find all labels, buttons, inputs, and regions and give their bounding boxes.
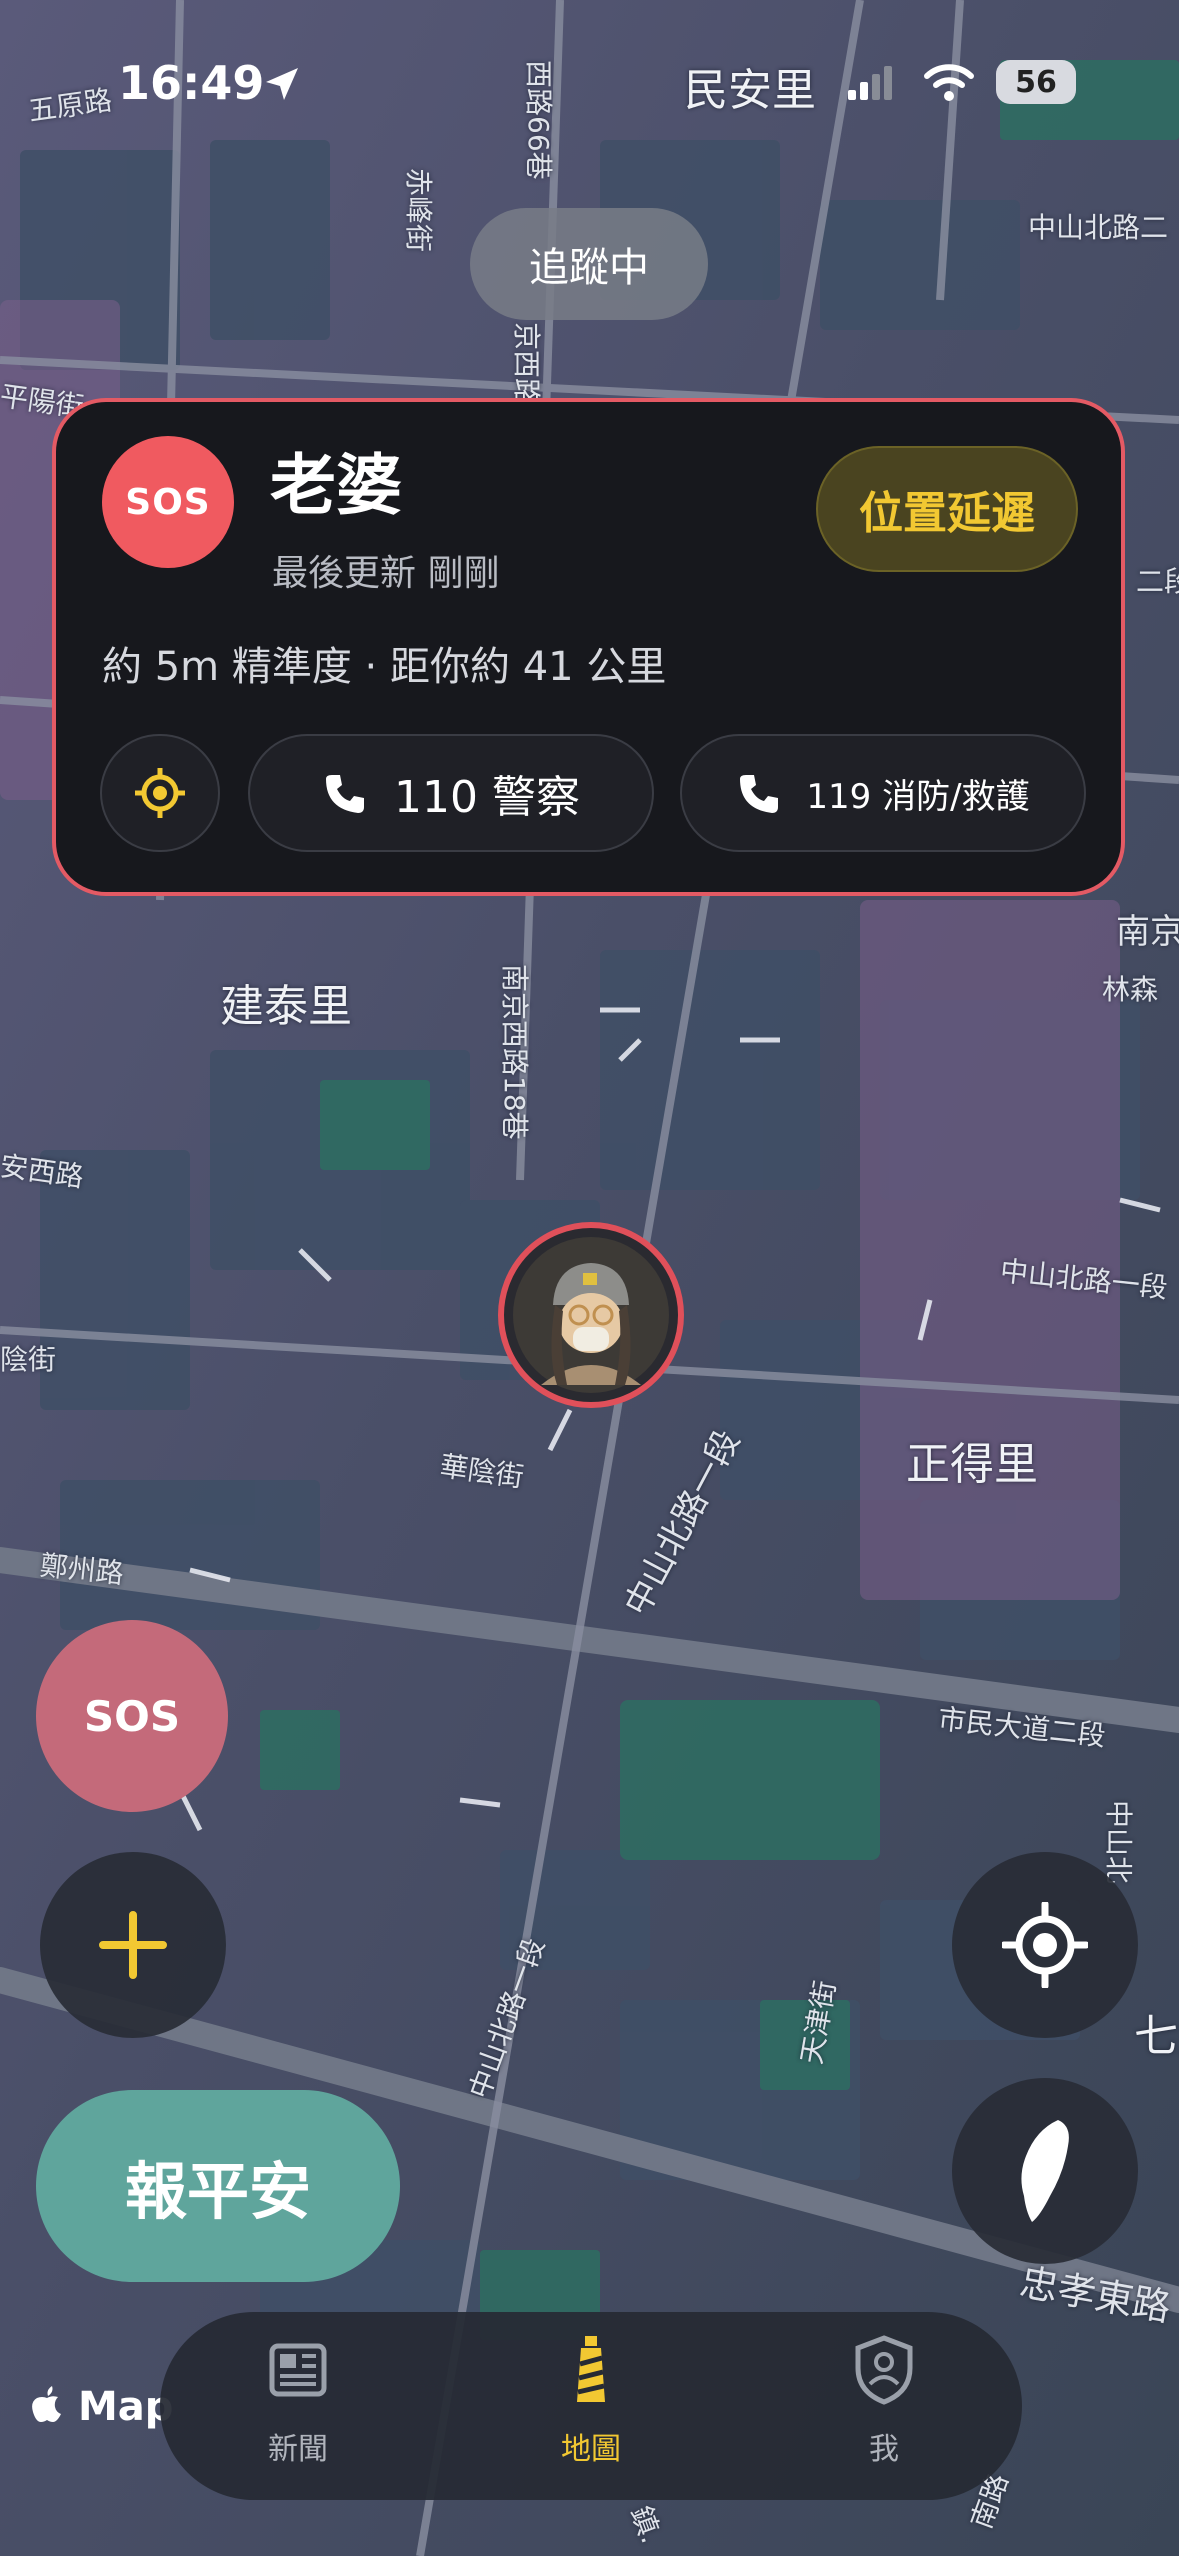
taiwan-map-icon bbox=[1021, 2120, 1069, 2222]
map-label-street: 林森 bbox=[1102, 973, 1159, 1006]
map-label-street: 南京西路18巷 bbox=[498, 964, 531, 1140]
map-label-street: 鄭州路 bbox=[38, 1548, 126, 1591]
maps-attribution[interactable]: Map bbox=[30, 2384, 173, 2430]
call-fire-ambulance-label: 119 消防/救護 bbox=[806, 776, 1030, 817]
add-button[interactable] bbox=[40, 1852, 226, 2038]
sos-badge: SOS bbox=[102, 436, 234, 568]
status-time: 16:49 bbox=[118, 56, 265, 110]
shield-person-icon bbox=[855, 2335, 913, 2405]
crosshair-icon bbox=[135, 768, 185, 818]
call-police-label: 110 警察 bbox=[394, 772, 580, 823]
contact-card[interactable]: SOS 老婆 最後更新 剛剛 位置延遲 約 5m 精準度 · 距你約 41 公里… bbox=[52, 398, 1125, 896]
phone-icon bbox=[740, 775, 779, 813]
tab-map[interactable]: 地圖 bbox=[491, 2312, 691, 2500]
map-label-street: 中山北 bbox=[1102, 1800, 1135, 1885]
map-label-street: 赤峰街 bbox=[402, 168, 435, 253]
my-location-icon bbox=[1002, 1902, 1088, 1988]
apple-logo-icon bbox=[32, 2386, 61, 2422]
plus-icon bbox=[99, 1911, 167, 1979]
call-police-button[interactable]: 110 警察 bbox=[248, 734, 654, 852]
tab-me-label: 我 bbox=[869, 2432, 899, 2467]
tab-map-label: 地圖 bbox=[561, 2432, 621, 2467]
report-safe-button[interactable]: 報平安 bbox=[36, 2090, 400, 2282]
tab-bar: 新聞 地圖 我 bbox=[160, 2312, 1022, 2500]
call-fire-ambulance-button[interactable]: 119 消防/救護 bbox=[680, 734, 1086, 852]
newspaper-icon bbox=[269, 2343, 327, 2397]
map-label-street: 中山北路二 bbox=[1028, 211, 1169, 244]
map-label-street: 陰街 bbox=[0, 1343, 57, 1376]
avatar bbox=[513, 1237, 669, 1393]
location-delay-button[interactable]: 位置延遲 bbox=[816, 446, 1078, 572]
map-label-district: 建泰里 bbox=[220, 981, 352, 1032]
location-arrow-icon bbox=[266, 68, 298, 100]
lighthouse-icon bbox=[577, 2336, 605, 2402]
cellular-signal-icon bbox=[848, 66, 892, 100]
tab-news[interactable]: 新聞 bbox=[198, 2312, 398, 2500]
battery-indicator: 56 bbox=[996, 60, 1076, 104]
status-bar: 16:49 56 bbox=[0, 56, 1179, 116]
sos-floating-button[interactable]: SOS bbox=[36, 1620, 228, 1812]
recenter-location-button[interactable] bbox=[952, 1852, 1138, 2038]
map-label-street: 南京 bbox=[1116, 912, 1179, 952]
tab-me[interactable]: 我 bbox=[784, 2312, 984, 2500]
contact-location-avatar[interactable] bbox=[498, 1222, 684, 1408]
locate-contact-button[interactable] bbox=[100, 734, 220, 852]
accuracy-distance-text: 約 5m 精準度 · 距你約 41 公里 bbox=[102, 644, 667, 690]
wifi-icon bbox=[924, 64, 974, 101]
map-label-district: 正得里 bbox=[906, 1439, 1038, 1490]
taiwan-overview-button[interactable] bbox=[952, 2078, 1138, 2264]
tracking-status-pill[interactable]: 追蹤中 bbox=[470, 208, 708, 320]
last-updated-text: 最後更新 剛剛 bbox=[272, 553, 500, 594]
phone-icon bbox=[326, 775, 365, 813]
map-label-street: 京西路 bbox=[510, 322, 543, 407]
map-label-district: 七里 bbox=[1134, 2011, 1179, 2062]
tab-news-label: 新聞 bbox=[268, 2432, 328, 2467]
map-label-street: 二段 bbox=[1136, 565, 1179, 598]
contact-name: 老婆 bbox=[270, 447, 402, 524]
